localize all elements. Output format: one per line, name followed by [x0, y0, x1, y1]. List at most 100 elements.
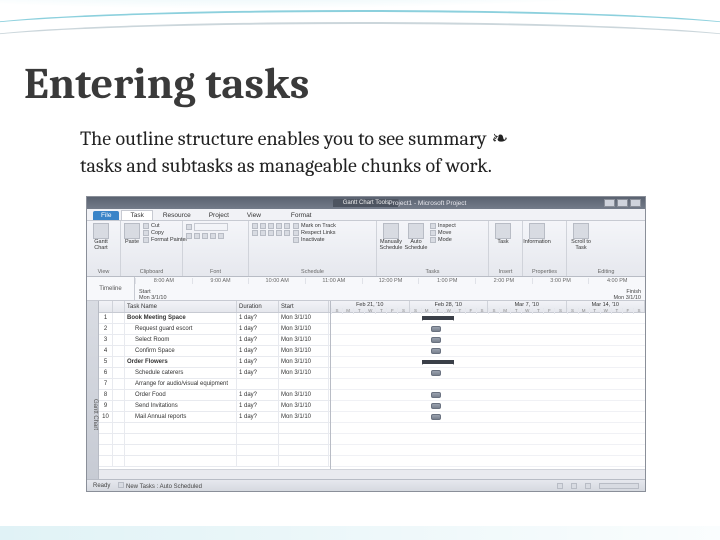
gantt-chart[interactable]: Feb 21, '10SMTWTFSFeb 28, '10SMTWTFSMar … [331, 301, 645, 479]
cell-start[interactable]: Mon 3/1/10 [279, 368, 329, 378]
cell-task-name[interactable]: Book Meeting Space [125, 313, 237, 323]
gantt-chart-button[interactable]: Gantt Chart [90, 223, 112, 251]
table-row[interactable]: 8Order Food1 day?Mon 3/1/10 [99, 390, 330, 401]
cell-id[interactable]: 2 [99, 324, 113, 334]
pct25-button[interactable] [260, 223, 266, 229]
table-row[interactable]: 6Schedule caterers1 day?Mon 3/1/10 [99, 368, 330, 379]
tab-task[interactable]: Task [121, 210, 152, 220]
gantt-row[interactable] [331, 335, 645, 346]
cell-id[interactable]: 1 [99, 313, 113, 323]
cell-start[interactable]: Mon 3/1/10 [279, 335, 329, 345]
cell-task-name[interactable]: Select Room [125, 335, 237, 345]
cell-start[interactable] [279, 456, 329, 466]
cell-task-name[interactable]: Schedule caterers [125, 368, 237, 378]
cell-id[interactable]: 8 [99, 390, 113, 400]
gantt-row[interactable] [331, 313, 645, 324]
indent-button[interactable] [260, 230, 266, 236]
cell-start[interactable] [279, 434, 329, 444]
view-shortcut-3[interactable] [585, 483, 591, 489]
col-indicator[interactable] [113, 301, 125, 312]
task-bar[interactable] [431, 337, 441, 343]
table-row[interactable] [99, 423, 330, 434]
table-row[interactable] [99, 456, 330, 467]
cell-indicator[interactable] [113, 456, 125, 466]
cell-duration[interactable] [237, 456, 279, 466]
cell-start[interactable]: Mon 3/1/10 [279, 346, 329, 356]
copy-button[interactable]: Copy [143, 230, 187, 236]
outdent-button[interactable] [252, 230, 258, 236]
cell-id[interactable]: 4 [99, 346, 113, 356]
status-newtasks[interactable]: New Tasks : Auto Scheduled [118, 482, 202, 490]
cell-indicator[interactable] [113, 401, 125, 411]
cell-start[interactable]: Mon 3/1/10 [279, 401, 329, 411]
close-button[interactable] [630, 199, 641, 207]
cell-duration[interactable] [237, 379, 279, 389]
gantt-row[interactable] [331, 445, 645, 456]
col-start[interactable]: Start [279, 301, 329, 312]
task-bar[interactable] [431, 414, 441, 420]
bold-button[interactable] [186, 233, 192, 239]
cell-start[interactable] [279, 445, 329, 455]
gantt-week-header[interactable]: Feb 28, '10SMTWTFS [410, 301, 489, 312]
cell-start[interactable] [279, 423, 329, 433]
col-id[interactable] [99, 301, 113, 312]
cell-id[interactable]: 10 [99, 412, 113, 422]
task-bar[interactable] [431, 392, 441, 398]
cell-task-name[interactable]: Order Food [125, 390, 237, 400]
mark-on-track-button[interactable]: Mark on Track [293, 223, 336, 229]
underline-button[interactable] [202, 233, 208, 239]
cell-duration[interactable] [237, 423, 279, 433]
italic-button[interactable] [194, 233, 200, 239]
gantt-row[interactable] [331, 368, 645, 379]
cell-duration[interactable] [237, 434, 279, 444]
fill-color-button[interactable] [218, 233, 224, 239]
mode-button[interactable]: Mode [430, 237, 456, 243]
table-row[interactable]: 3 Select Room1 day?Mon 3/1/10 [99, 335, 330, 346]
cell-task-name[interactable] [125, 434, 237, 444]
cell-id[interactable]: 6 [99, 368, 113, 378]
table-row[interactable]: 9Send Invitations1 day?Mon 3/1/10 [99, 401, 330, 412]
cell-indicator[interactable] [113, 324, 125, 334]
gantt-row[interactable] [331, 390, 645, 401]
paste-button[interactable]: Paste [124, 223, 140, 246]
gantt-week-header[interactable]: Feb 21, '10SMTWTFS [331, 301, 410, 312]
task-bar[interactable] [431, 370, 441, 376]
cell-duration[interactable]: 1 day? [237, 335, 279, 345]
cell-start[interactable]: Mon 3/1/10 [279, 313, 329, 323]
inactivate-button[interactable]: Inactivate [293, 237, 336, 243]
gantt-row[interactable] [331, 412, 645, 423]
gantt-week-header[interactable]: Mar 7, '10SMTWTFS [488, 301, 567, 312]
summary-bar[interactable] [423, 316, 453, 320]
table-row[interactable] [99, 434, 330, 445]
gantt-row[interactable] [331, 324, 645, 335]
cell-indicator[interactable] [113, 313, 125, 323]
pct0-button[interactable] [252, 223, 258, 229]
scroll-to-task-button[interactable]: Scroll to Task [570, 223, 592, 251]
table-row[interactable]: 5Order Flowers1 day?Mon 3/1/10 [99, 357, 330, 368]
tab-format[interactable]: Format [283, 211, 320, 220]
pct50-button[interactable] [268, 223, 274, 229]
cell-duration[interactable]: 1 day? [237, 346, 279, 356]
cell-task-name[interactable]: Confirm Space [125, 346, 237, 356]
gantt-row[interactable] [331, 434, 645, 445]
font-color-button[interactable] [210, 233, 216, 239]
cell-indicator[interactable] [113, 423, 125, 433]
manual-schedule-button[interactable]: Manually Schedule [380, 223, 402, 251]
col-task-name[interactable]: Task Name [125, 301, 237, 312]
cell-indicator[interactable] [113, 434, 125, 444]
cell-indicator[interactable] [113, 379, 125, 389]
information-button[interactable]: Information [526, 223, 548, 246]
table-row[interactable]: 10Mail Annual reports1 day?Mon 3/1/10 [99, 412, 330, 423]
tab-view[interactable]: View [239, 211, 269, 220]
task-table[interactable]: Task Name Duration Start 1Book Meeting S… [99, 301, 331, 479]
format-painter-button[interactable]: Format Painter [143, 237, 187, 243]
cell-task-name[interactable] [125, 445, 237, 455]
tab-project[interactable]: Project [201, 211, 237, 220]
task-bar[interactable] [431, 403, 441, 409]
cell-duration[interactable]: 1 day? [237, 412, 279, 422]
cell-id[interactable] [99, 456, 113, 466]
cell-start[interactable]: Mon 3/1/10 [279, 412, 329, 422]
cell-task-name[interactable] [125, 456, 237, 466]
gantt-row[interactable] [331, 346, 645, 357]
cell-id[interactable]: 3 [99, 335, 113, 345]
